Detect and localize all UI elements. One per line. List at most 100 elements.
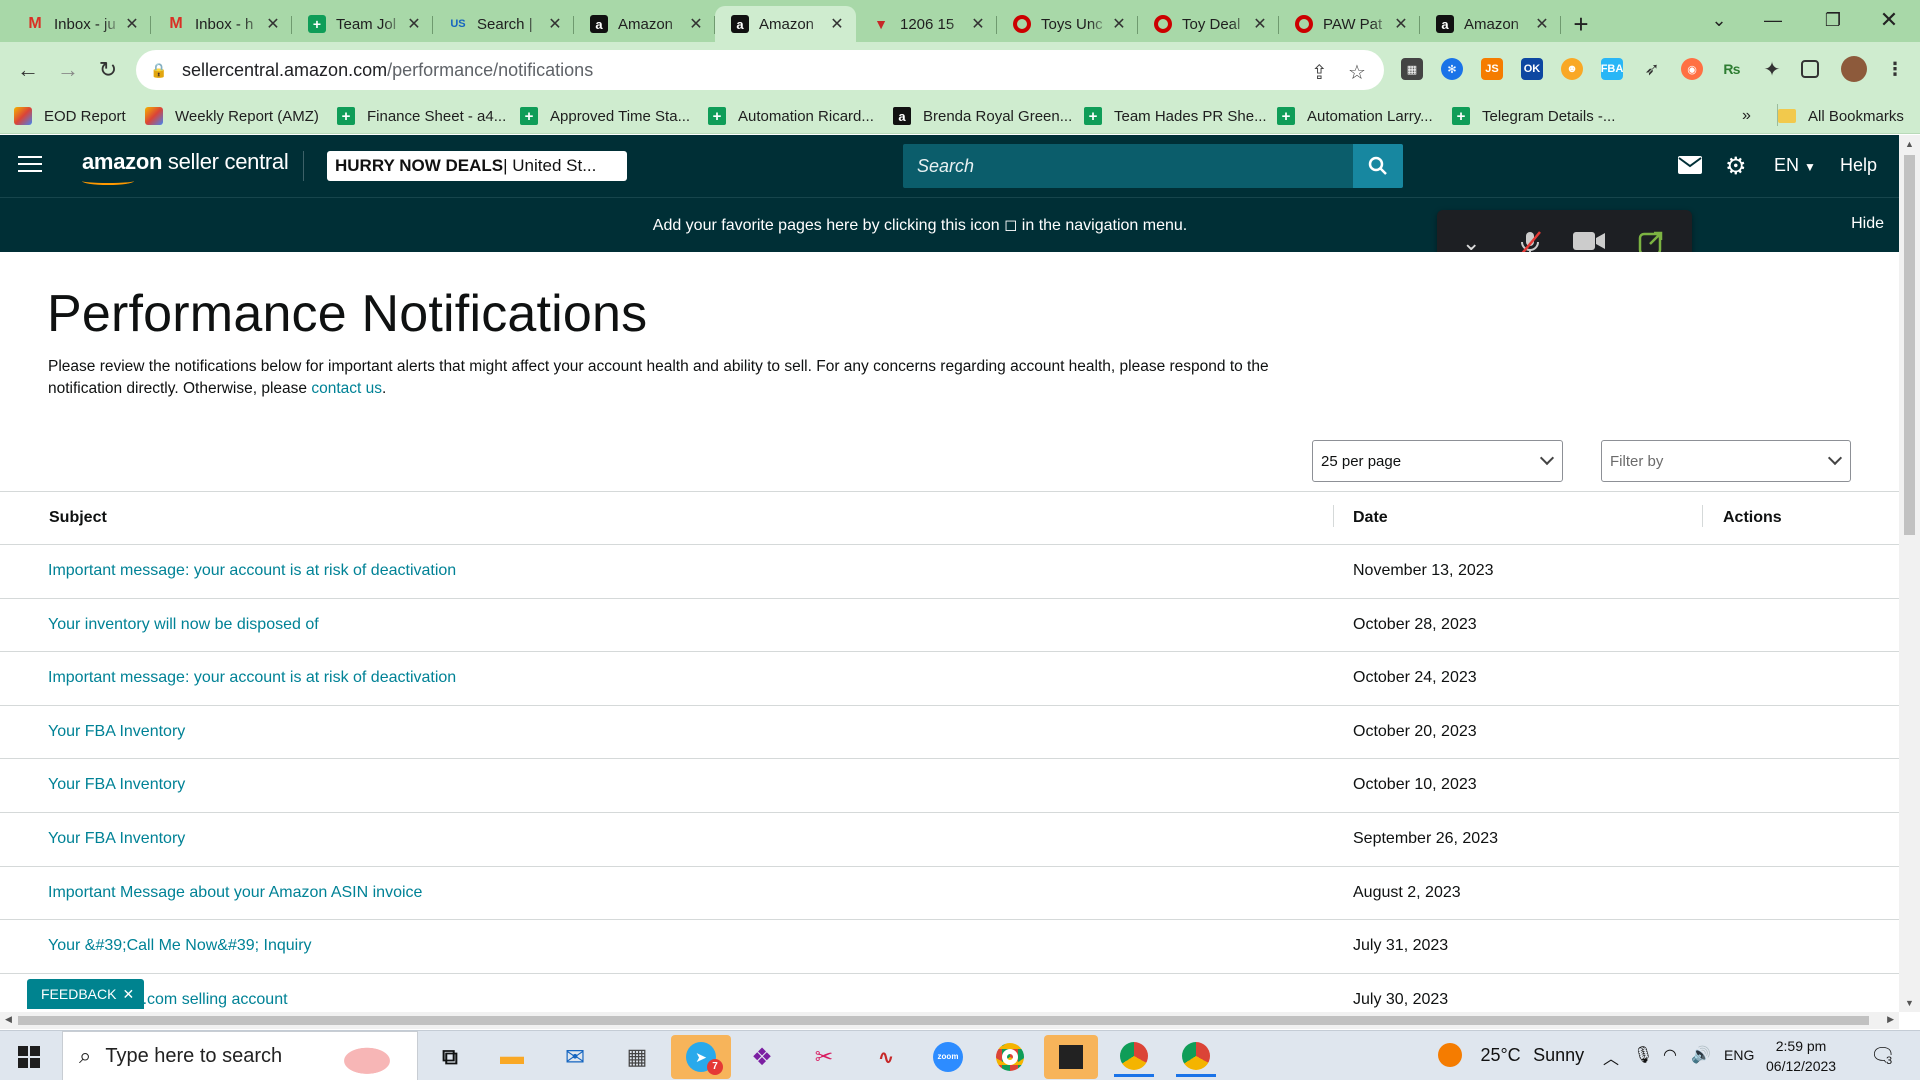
chrome-icon[interactable] <box>990 1037 1030 1077</box>
forward-icon[interactable]: → <box>54 56 82 84</box>
close-tab-icon[interactable]: ✕ <box>1110 14 1128 34</box>
browser-tab[interactable]: US Search | ✕ <box>433 6 574 42</box>
close-window-button[interactable]: ✕ <box>1866 0 1912 40</box>
search-button[interactable] <box>1353 144 1403 188</box>
language-selector[interactable]: EN ▼ <box>1774 155 1816 176</box>
copilot-icon[interactable]: ❖ <box>742 1037 782 1077</box>
filter-by-select[interactable]: Filter by <box>1601 440 1851 482</box>
chrome-profile-2-icon[interactable] <box>1176 1037 1216 1077</box>
extensions-puzzle-icon[interactable]: ✦ <box>1761 58 1783 81</box>
bookmark-item[interactable]: + Automation Larry... <box>1277 104 1433 128</box>
extension-orange-icon[interactable]: ◉ <box>1681 58 1703 80</box>
ok-extension-icon[interactable]: OK <box>1521 58 1543 80</box>
weather-widget[interactable]: 25°C Sunny <box>1438 1043 1584 1067</box>
minimize-button[interactable]: — <box>1750 0 1796 40</box>
feedback-button[interactable]: FEEDBACK ✕ <box>27 979 145 1009</box>
notification-subject-link[interactable]: Important message: your account is at ri… <box>48 669 456 687</box>
horizontal-scrollbar[interactable]: ◀ ▶ <box>0 1012 1899 1029</box>
bookmark-item[interactable]: Weekly Report (AMZ) <box>145 104 319 128</box>
browser-tab[interactable]: a Amazon ✕ <box>574 6 715 42</box>
close-tab-icon[interactable]: ✕ <box>123 14 141 34</box>
bookmark-item[interactable]: EOD Report <box>14 104 126 128</box>
bookmark-item[interactable]: + Approved Time Sta... <box>520 104 690 128</box>
browser-tab[interactable]: + Team Jol ✕ <box>292 6 433 42</box>
browser-tab[interactable]: ▼ 1206 15 ✕ <box>856 6 997 42</box>
rs-extension-icon[interactable]: ₨ <box>1721 58 1743 80</box>
taskbar-search-input[interactable]: ⌕ Type here to search <box>62 1031 418 1080</box>
bookmarks-overflow-button[interactable]: » <box>1742 104 1751 128</box>
bookmark-item[interactable]: a Brenda Royal Green... <box>893 104 1072 128</box>
restore-button[interactable]: ❐ <box>1810 0 1856 40</box>
browser-tab[interactable]: Toy Deal ✕ <box>1138 6 1279 42</box>
notification-subject-link[interactable]: Your inventory will now be disposed of <box>48 616 319 634</box>
bookmark-star-icon[interactable]: ☆ <box>1348 60 1366 85</box>
browser-tab[interactable]: a Amazon ✕ <box>1420 6 1561 42</box>
scroll-right-icon[interactable]: ▶ <box>1887 1014 1894 1025</box>
extension-blue-icon[interactable]: ✻ <box>1441 58 1463 80</box>
close-icon[interactable]: ✕ <box>122 986 134 1003</box>
reload-icon[interactable]: ↻ <box>94 56 122 84</box>
qr-extension-icon[interactable]: ▦ <box>1401 58 1423 80</box>
notification-subject-link[interactable]: Your FBA Inventory <box>48 830 185 848</box>
notification-center-icon[interactable]: 🗨 3 <box>1870 1043 1895 1068</box>
js-extension-icon[interactable]: JS <box>1481 58 1503 80</box>
windows-start-icon[interactable] <box>18 1046 40 1068</box>
profile-avatar[interactable] <box>1841 56 1867 82</box>
close-tab-icon[interactable]: ✕ <box>1392 14 1410 34</box>
horizontal-scroll-thumb[interactable] <box>18 1016 1869 1025</box>
task-view-icon[interactable]: ⧉ <box>430 1037 470 1077</box>
vertical-scroll-thumb[interactable] <box>1904 155 1915 535</box>
bookmark-item[interactable]: + Finance Sheet - a4... <box>337 104 506 128</box>
close-tab-icon[interactable]: ✕ <box>405 14 423 34</box>
sticky-notes-icon[interactable] <box>1044 1035 1098 1079</box>
new-tab-button[interactable]: + <box>1561 6 1601 42</box>
scroll-left-icon[interactable]: ◀ <box>5 1014 12 1025</box>
bookmark-item[interactable]: + Telegram Details -... <box>1452 104 1615 128</box>
volume-icon[interactable]: 🔊 <box>1691 1045 1711 1065</box>
scroll-down-icon[interactable]: ▼ <box>1905 998 1914 1008</box>
browser-tab[interactable]: Toys Unc ✕ <box>997 6 1138 42</box>
input-language-indicator[interactable]: ENG <box>1724 1047 1754 1063</box>
side-panel-icon[interactable] <box>1801 60 1819 78</box>
show-hidden-icons-chevron-icon[interactable]: ︿ <box>1603 1045 1619 1069</box>
back-icon[interactable]: ← <box>14 56 42 84</box>
notification-subject-link[interactable]: Your FBA Inventory <box>48 776 185 794</box>
seller-central-logo[interactable]: amazon seller central <box>82 149 289 185</box>
seller-search-input[interactable]: Search <box>903 144 1353 188</box>
fba-extension-icon[interactable]: FBA <box>1601 58 1623 80</box>
hide-banner-link[interactable]: Hide <box>1851 215 1884 233</box>
notification-subject-link[interactable]: Your &#39;Call Me Now&#39; Inquiry <box>48 937 312 955</box>
mail-icon[interactable] <box>1678 156 1702 179</box>
bookmark-item[interactable]: + Team Hades PR She... <box>1084 104 1267 128</box>
close-tab-icon[interactable]: ✕ <box>1533 14 1551 34</box>
close-tab-icon[interactable]: ✕ <box>264 14 282 34</box>
browser-tab[interactable]: M Inbox - h ✕ <box>151 6 292 42</box>
browser-menu-icon[interactable]: ⋮ <box>1884 58 1906 80</box>
notification-subject-link[interactable]: Your FBA Inventory <box>48 723 185 741</box>
scroll-up-icon[interactable]: ▲ <box>1905 139 1914 149</box>
close-tab-icon[interactable]: ✕ <box>969 14 987 34</box>
store-selector[interactable]: HURRY NOW DEALS | United St... <box>327 151 627 181</box>
help-link[interactable]: Help <box>1840 155 1877 176</box>
address-bar[interactable]: 🔒 sellercentral.amazon.com/performance/n… <box>136 50 1384 90</box>
file-explorer-icon[interactable]: ▬ <box>492 1037 532 1077</box>
calculator-icon[interactable]: ▦ <box>617 1037 657 1077</box>
microphone-icon[interactable]: 🎙 <box>1633 1045 1653 1065</box>
close-tab-icon[interactable]: ✕ <box>828 14 846 34</box>
vertical-scrollbar[interactable]: ▲ ▼ <box>1899 135 1920 1012</box>
share-icon[interactable]: ⇪ <box>1311 60 1328 85</box>
browser-tab[interactable]: PAW Pat ✕ <box>1279 6 1420 42</box>
hamburger-menu-icon[interactable] <box>18 156 42 177</box>
settings-gear-icon[interactable]: ⚙ <box>1725 152 1747 181</box>
notification-subject-link[interactable]: Important Message about your Amazon ASIN… <box>48 884 422 902</box>
voice-recorder-icon[interactable]: ∿ <box>866 1037 906 1077</box>
browser-tab[interactable]: a Amazon ✕ <box>715 6 856 42</box>
telegram-icon[interactable]: ➤ 7 <box>671 1035 731 1079</box>
bookmark-item[interactable]: + Automation Ricard... <box>708 104 874 128</box>
close-tab-icon[interactable]: ✕ <box>687 14 705 34</box>
mail-app-icon[interactable]: ✉ <box>555 1037 595 1077</box>
tab-search-icon[interactable]: ⌄ <box>1696 0 1742 40</box>
close-tab-icon[interactable]: ✕ <box>546 14 564 34</box>
zoom-icon[interactable]: zoom <box>928 1037 968 1077</box>
wifi-icon[interactable]: ◠ <box>1663 1045 1677 1065</box>
